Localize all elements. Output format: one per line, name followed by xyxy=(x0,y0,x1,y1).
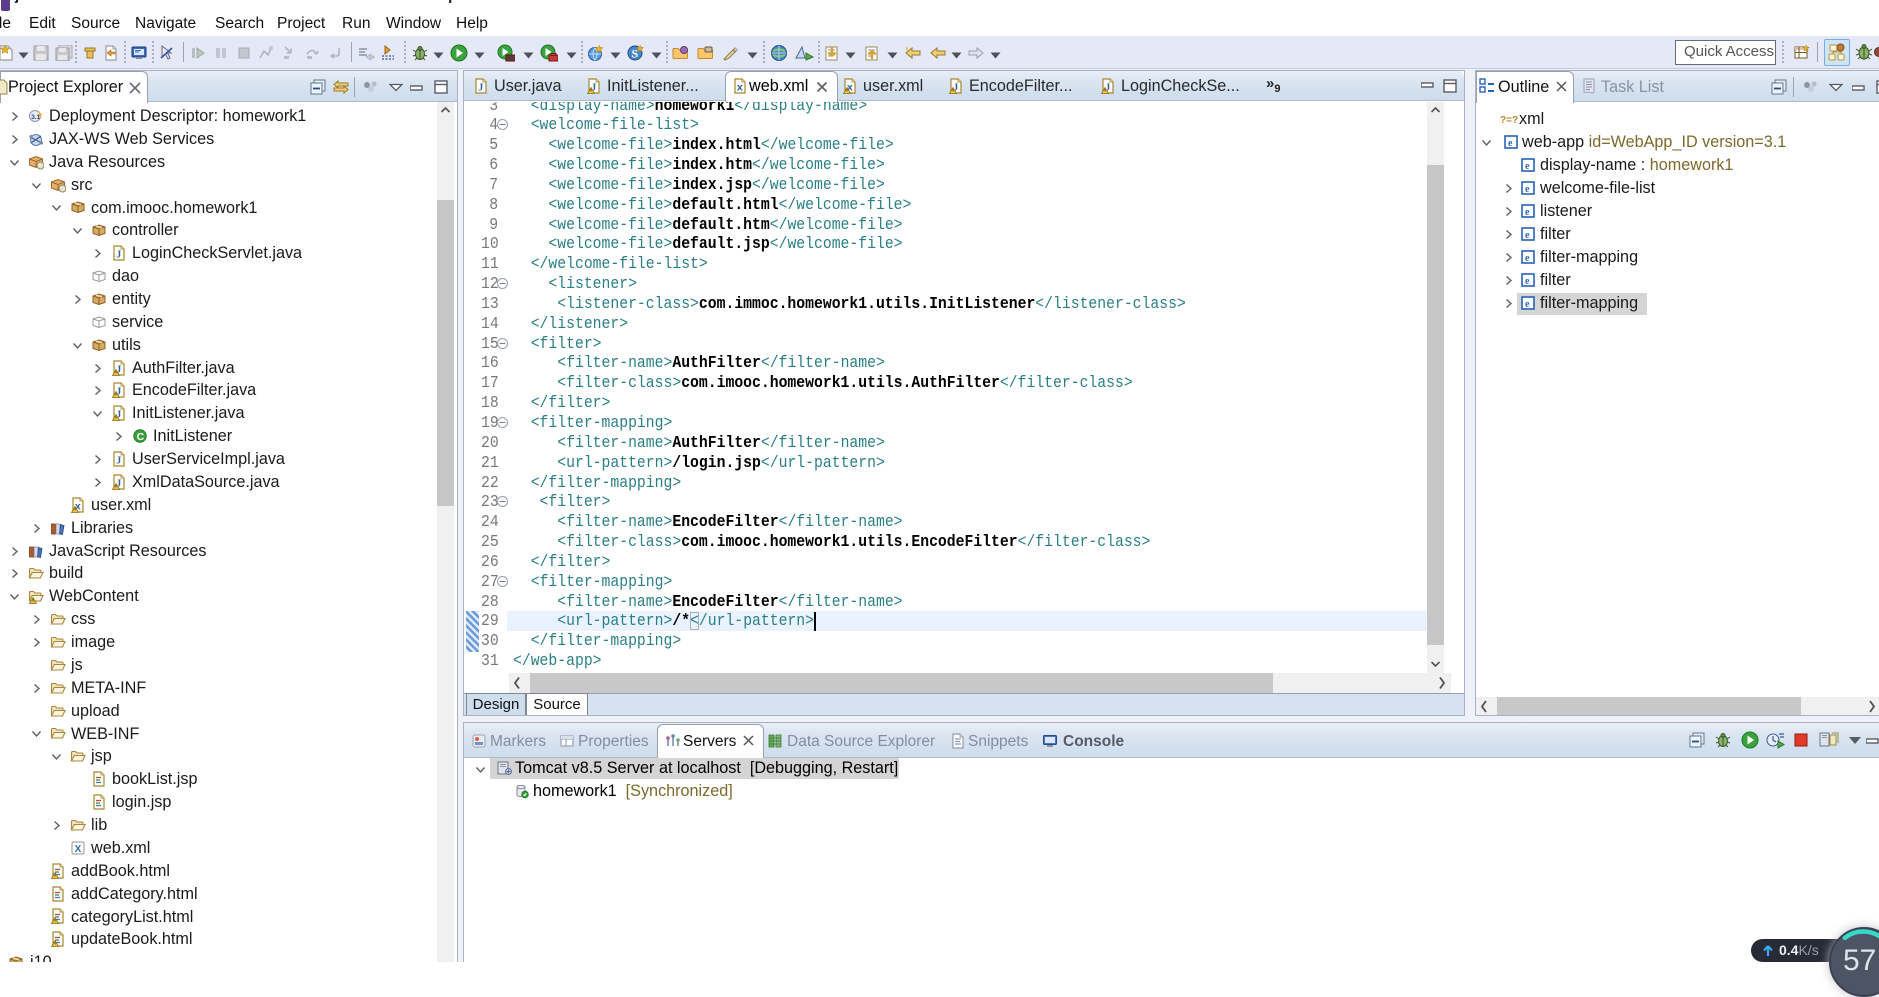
svg-text:e: e xyxy=(1525,184,1530,195)
svg-text:J: J xyxy=(478,83,483,94)
svg-text:e: e xyxy=(1525,207,1530,218)
svg-text:e: e xyxy=(1525,230,1530,241)
svg-text:C: C xyxy=(137,431,145,443)
svg-text:J: J xyxy=(116,456,121,467)
svg-text:X: X xyxy=(75,844,82,855)
svg-text:e: e xyxy=(1508,138,1513,149)
svg-text:e: e xyxy=(1525,299,1530,310)
svg-text:e: e xyxy=(1525,161,1530,172)
svg-text:x: x xyxy=(737,83,744,94)
svg-text:e: e xyxy=(1525,276,1530,287)
svg-text:J: J xyxy=(116,250,121,261)
svg-text:?=?: ?=? xyxy=(1500,115,1518,126)
svg-text:e: e xyxy=(1525,253,1530,264)
